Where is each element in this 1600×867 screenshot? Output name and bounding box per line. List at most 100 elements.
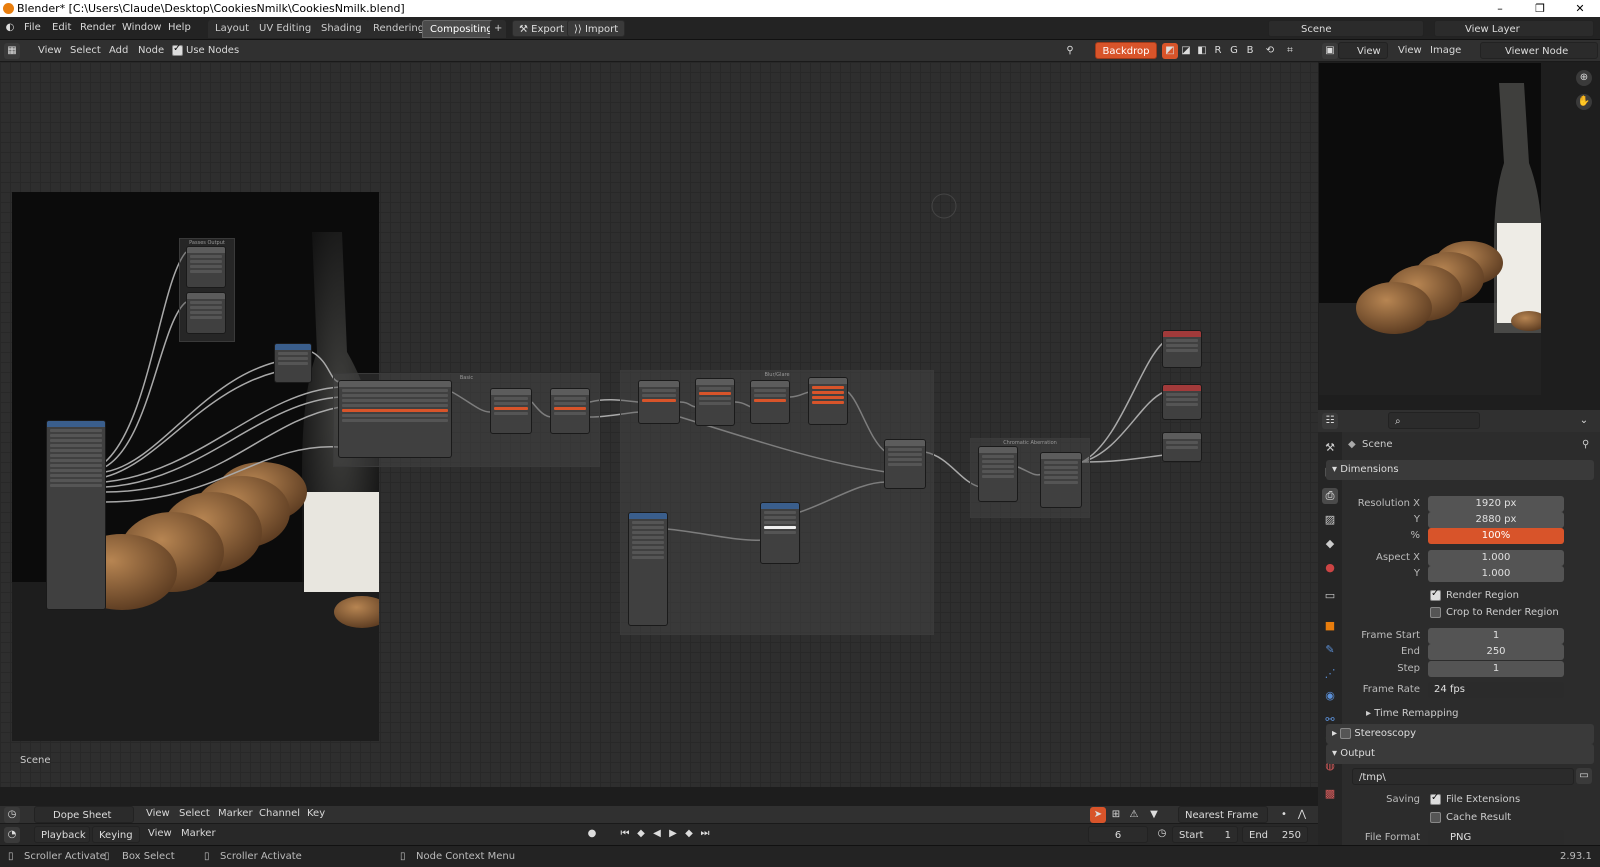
dope-menu-view[interactable]: View bbox=[146, 808, 170, 819]
collection-tab-icon[interactable]: ▭ bbox=[1322, 588, 1338, 604]
tab-uv-editing[interactable]: UV Editing bbox=[252, 20, 319, 38]
add-workspace-button[interactable]: + bbox=[490, 20, 507, 38]
denoise-node[interactable] bbox=[274, 343, 312, 383]
timeline-menu-marker[interactable]: Marker bbox=[181, 828, 216, 839]
scene-selector[interactable]: Scene bbox=[1268, 20, 1424, 37]
dope-sheet-type-icon[interactable]: ◷ bbox=[4, 807, 20, 823]
dope-menu-select[interactable]: Select bbox=[179, 808, 210, 819]
resolution-y-field[interactable]: 2880 px bbox=[1428, 512, 1564, 528]
tab-layout[interactable]: Layout bbox=[208, 20, 256, 38]
file-output-node-3[interactable] bbox=[1162, 432, 1202, 462]
particles-tab-icon[interactable]: ⋰ bbox=[1322, 666, 1338, 682]
render-layers-node[interactable] bbox=[46, 420, 106, 610]
file-output-node-1[interactable] bbox=[186, 246, 226, 288]
pin-icon[interactable]: ⚲ bbox=[1062, 43, 1078, 59]
menu-file[interactable]: File bbox=[24, 22, 41, 33]
multiply-node-1[interactable] bbox=[490, 388, 532, 434]
view-layer-selector[interactable]: View Layer bbox=[1434, 20, 1594, 37]
lens-distortion-node-1[interactable] bbox=[978, 446, 1018, 502]
color-correction-node[interactable] bbox=[338, 380, 452, 458]
scene-tab-icon[interactable]: ◆ bbox=[1322, 536, 1338, 552]
resolution-x-field[interactable]: 1920 px bbox=[1428, 496, 1564, 512]
minimize-button[interactable]: – bbox=[1480, 0, 1520, 17]
jump-end-icon[interactable]: ⏭ bbox=[698, 827, 712, 841]
start-frame-field[interactable]: Start 1 bbox=[1172, 826, 1238, 843]
snap-mode-dropdown[interactable]: Nearest Frame bbox=[1178, 806, 1268, 823]
menu-window[interactable]: Window bbox=[122, 22, 161, 33]
dope-menu-marker[interactable]: Marker bbox=[218, 808, 253, 819]
frame-rate-dropdown[interactable]: 24 fps bbox=[1428, 682, 1564, 698]
resolution-percentage-field[interactable]: 100% bbox=[1428, 528, 1564, 544]
invert-node-2[interactable] bbox=[750, 380, 790, 424]
file-extensions-checkbox[interactable] bbox=[1430, 792, 1441, 805]
only-selected-icon[interactable]: ➤ bbox=[1090, 807, 1106, 823]
channel-b-button[interactable]: B bbox=[1242, 43, 1258, 59]
properties-type-icon[interactable]: ☷ bbox=[1322, 413, 1338, 429]
view-mode-dropdown[interactable]: View bbox=[1338, 42, 1388, 59]
current-frame-field[interactable]: 6 bbox=[1088, 826, 1148, 843]
menu-edit[interactable]: Edit bbox=[52, 22, 71, 33]
backdrop-toggle[interactable]: Backdrop bbox=[1095, 42, 1157, 59]
add-node[interactable] bbox=[550, 388, 590, 434]
play-reverse-icon[interactable]: ◀ bbox=[650, 827, 664, 841]
stereoscopy-checkbox[interactable] bbox=[1340, 727, 1352, 739]
blender-menu-icon[interactable]: ◐ bbox=[2, 20, 18, 36]
image-menu-view[interactable]: View bbox=[1398, 45, 1422, 56]
menu-select[interactable]: Select bbox=[70, 45, 101, 56]
timeline-menu-view[interactable]: View bbox=[148, 828, 172, 839]
channel-r-button[interactable]: R bbox=[1210, 43, 1226, 59]
cache-result-checkbox[interactable] bbox=[1430, 812, 1441, 823]
record-icon[interactable]: ● bbox=[585, 827, 599, 841]
output-path-field[interactable]: /tmp\ bbox=[1352, 768, 1574, 785]
dope-menu-key[interactable]: Key bbox=[307, 808, 325, 819]
fast-gaussian-node[interactable] bbox=[808, 377, 848, 425]
image-editor-viewport[interactable]: ⊕ ✋ bbox=[1318, 62, 1600, 410]
file-output-node-2[interactable] bbox=[186, 292, 226, 334]
output-panel-header[interactable]: ▾ Output bbox=[1326, 744, 1594, 764]
pin-properties-icon[interactable]: ⚲ bbox=[1582, 439, 1589, 450]
crop-render-region-checkbox[interactable] bbox=[1430, 607, 1441, 618]
aspect-y-field[interactable]: 1.000 bbox=[1428, 566, 1564, 582]
viewer-node-selector[interactable]: Viewer Node bbox=[1480, 42, 1598, 59]
maximize-button[interactable]: ❐ bbox=[1520, 0, 1560, 17]
pan-hand-icon[interactable]: ✋ bbox=[1576, 94, 1592, 110]
editor-type-icon[interactable]: ▦ bbox=[4, 43, 20, 59]
jump-start-icon[interactable]: ⏮ bbox=[618, 827, 632, 841]
export-button[interactable]: ⚒ Export bbox=[512, 20, 571, 37]
show-hidden-icon[interactable]: ⊞ bbox=[1108, 807, 1124, 823]
play-icon[interactable]: ▶ bbox=[666, 827, 680, 841]
timeline-type-icon[interactable]: ◔ bbox=[4, 827, 20, 843]
file-format-dropdown[interactable]: PNG bbox=[1428, 830, 1564, 846]
menu-add[interactable]: Add bbox=[109, 45, 128, 56]
view-layer-tab-icon[interactable]: ▨ bbox=[1322, 512, 1338, 528]
stereoscopy-panel-header[interactable]: ▸ Stereoscopy bbox=[1326, 724, 1594, 744]
use-nodes-checkbox[interactable] bbox=[172, 43, 183, 56]
render-region-checkbox[interactable] bbox=[1430, 588, 1441, 601]
viewer-node[interactable] bbox=[1162, 384, 1202, 420]
multiply-node-3[interactable] bbox=[884, 439, 926, 489]
chevron-down-icon[interactable]: ⌄ bbox=[1576, 413, 1592, 429]
channel-g-button[interactable]: G bbox=[1226, 43, 1242, 59]
lens-distortion-node-2[interactable] bbox=[1040, 452, 1082, 508]
overlay-icon[interactable]: ⟲ bbox=[1262, 43, 1278, 59]
texture-node[interactable] bbox=[628, 512, 668, 626]
tool-tab-icon[interactable]: ⚒ bbox=[1322, 440, 1338, 456]
backdrop-color-icon[interactable]: ◩ bbox=[1162, 43, 1178, 59]
folder-icon[interactable]: ▭ bbox=[1576, 768, 1592, 784]
proportional-icon[interactable]: • bbox=[1276, 807, 1292, 823]
output-tab-icon[interactable]: ⎙ bbox=[1322, 488, 1338, 504]
multiply-node-2[interactable] bbox=[695, 378, 735, 426]
node-editor-canvas[interactable]: Basic Blur/Glare Chromatic Aberration Pa… bbox=[0, 62, 1318, 787]
dope-sheet-mode-dropdown[interactable]: Dope Sheet bbox=[34, 806, 134, 823]
menu-view[interactable]: View bbox=[38, 45, 62, 56]
composite-node[interactable] bbox=[1162, 330, 1202, 368]
dope-menu-channel[interactable]: Channel bbox=[259, 808, 300, 819]
invert-node[interactable] bbox=[638, 380, 680, 424]
playback-dropdown[interactable]: Playback bbox=[34, 826, 90, 843]
menu-render[interactable]: Render bbox=[80, 22, 116, 33]
world-tab-icon[interactable]: ● bbox=[1322, 560, 1338, 576]
mask-box-node[interactable] bbox=[760, 502, 800, 564]
keying-dropdown[interactable]: Keying bbox=[92, 826, 140, 843]
frame-step-field[interactable]: 1 bbox=[1428, 661, 1564, 677]
physics-tab-icon[interactable]: ◉ bbox=[1322, 688, 1338, 704]
